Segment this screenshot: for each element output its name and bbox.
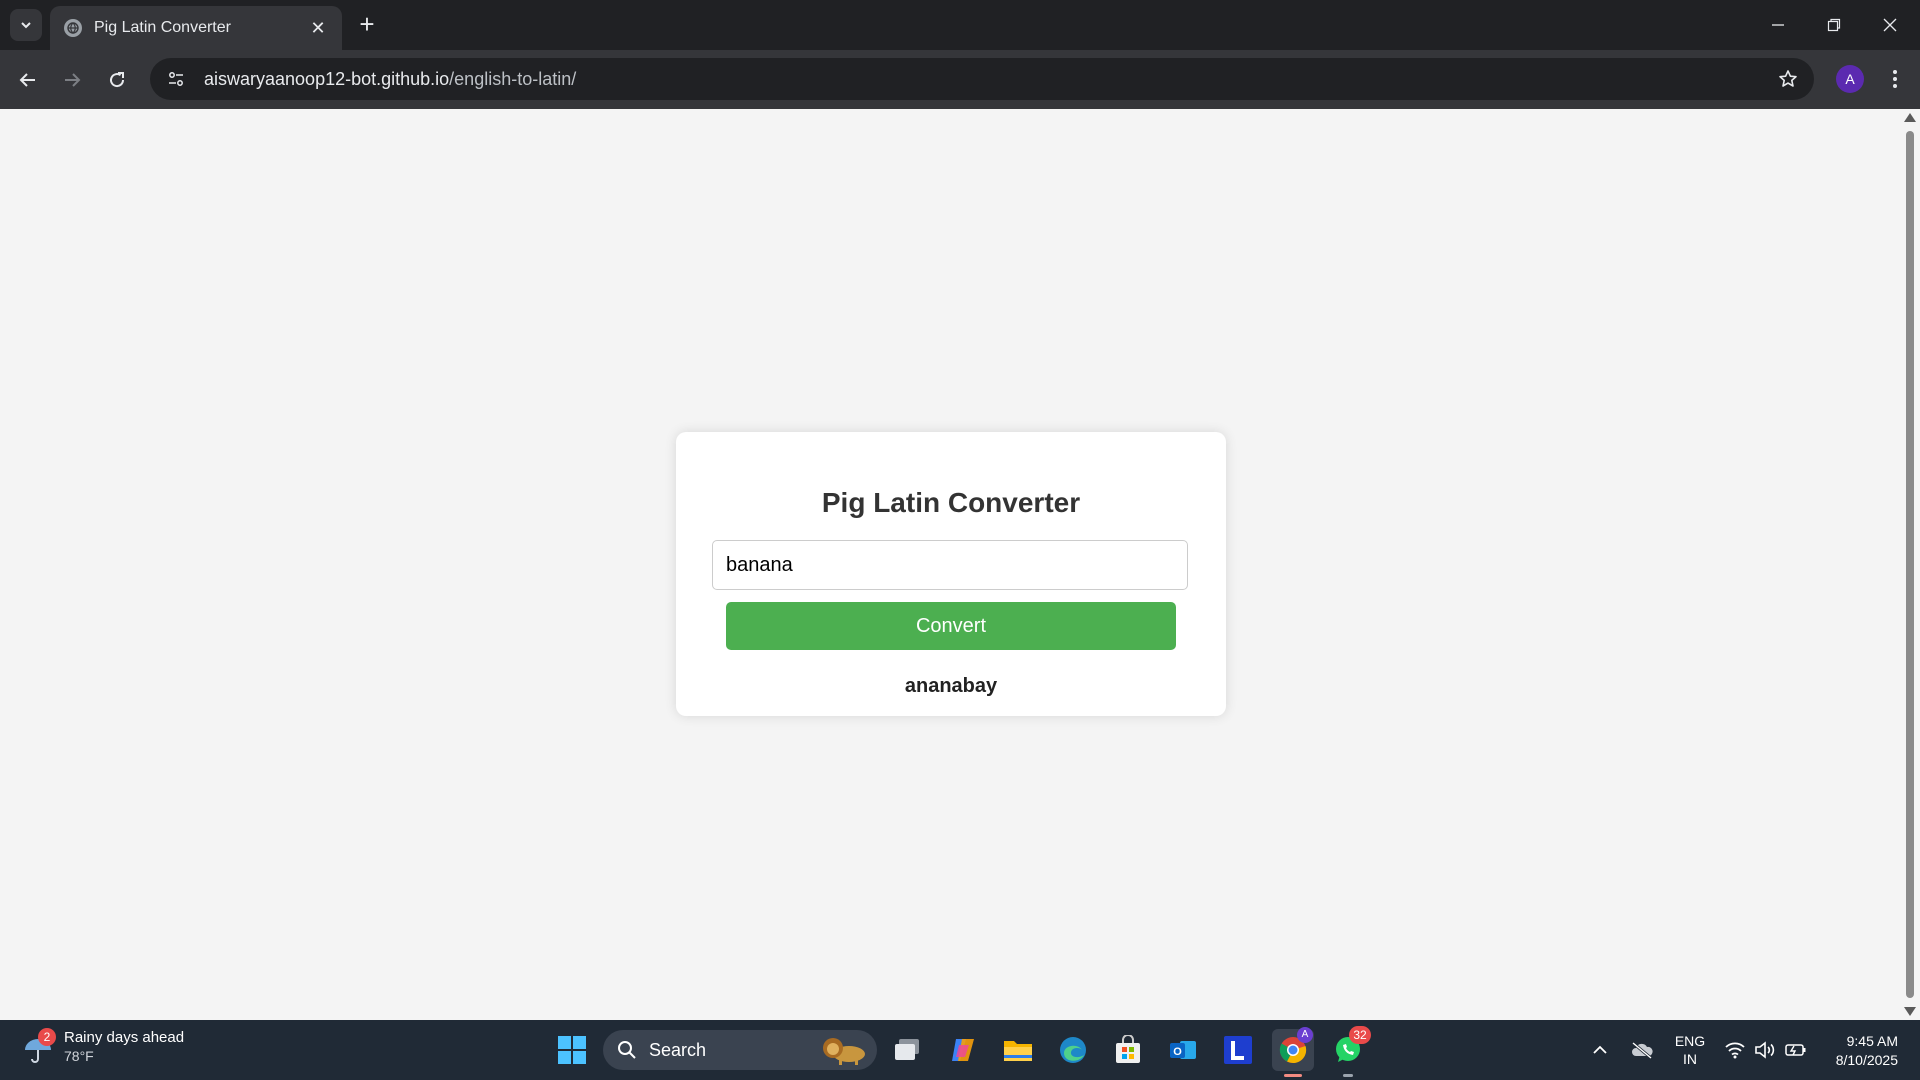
arrow-left-icon <box>19 73 35 87</box>
clock-date: 8/10/2025 <box>1835 1052 1898 1068</box>
restore-icon <box>1827 18 1841 32</box>
converter-card: Pig Latin Converter Convert ananabay <box>676 432 1226 716</box>
tab-search-button[interactable] <box>10 9 42 41</box>
weather-alert-badge: 2 <box>38 1028 56 1046</box>
onedrive-offline-icon[interactable] <box>1628 1020 1656 1080</box>
lion-illustration-icon <box>823 1038 865 1065</box>
result-text: ananabay <box>904 675 998 697</box>
task-view-icon[interactable] <box>887 1029 929 1071</box>
url-text: aiswaryaanoop12-bot.github.io/english-to… <box>204 69 576 90</box>
taskbar-search[interactable]: Search <box>603 1030 877 1070</box>
browser-tab[interactable]: Pig Latin Converter ✕ <box>50 6 342 50</box>
globe-icon <box>64 19 82 37</box>
tab-title: Pig Latin Converter <box>94 19 231 36</box>
clock-time: 9:45 AM <box>1846 1033 1898 1049</box>
close-tab-icon[interactable]: ✕ <box>306 18 330 39</box>
search-icon <box>618 1041 636 1059</box>
page-title: Pig Latin Converter <box>821 487 1081 518</box>
close-icon <box>1883 18 1897 32</box>
browser-toolbar: aiswaryaanoop12-bot.github.io/english-to… <box>0 50 1920 109</box>
scroll-up-arrow-icon[interactable] <box>1904 113 1916 122</box>
l-app-icon[interactable] <box>1217 1029 1259 1071</box>
language-indicator[interactable]: ENG IN <box>1672 1032 1708 1068</box>
url-path: /english-to-latin/ <box>449 68 577 89</box>
edge-icon[interactable] <box>1052 1029 1094 1071</box>
outlook-icon[interactable]: O <box>1162 1029 1204 1071</box>
active-app-indicator <box>1284 1074 1302 1077</box>
restore-button[interactable] <box>1806 0 1862 50</box>
system-clock[interactable]: 9:45 AM 8/10/2025 <box>1818 1032 1898 1070</box>
kebab-menu-icon[interactable] <box>1880 64 1910 94</box>
vertical-scrollbar[interactable] <box>1900 109 1920 1020</box>
chevron-up-icon[interactable] <box>1588 1020 1612 1080</box>
weather-widget[interactable]: 2 Rainy days ahead 78°F <box>22 1028 184 1064</box>
umbrella-icon: 2 <box>22 1028 58 1064</box>
copilot-icon[interactable] <box>942 1029 984 1071</box>
running-app-indicator <box>1343 1074 1353 1077</box>
minimize-icon <box>1772 24 1784 26</box>
new-tab-button[interactable]: + <box>352 10 382 40</box>
scrollbar-thumb[interactable] <box>1906 131 1914 998</box>
back-button[interactable] <box>12 64 44 96</box>
region-code: IN <box>1683 1051 1697 1067</box>
bookmark-star-icon[interactable] <box>1776 67 1800 91</box>
weather-title: Rainy days ahead <box>64 1028 185 1046</box>
reload-icon <box>110 72 125 88</box>
reload-button[interactable] <box>101 64 133 96</box>
site-info-icon[interactable] <box>164 67 188 91</box>
wifi-icon[interactable] <box>1722 1020 1748 1080</box>
volume-icon[interactable] <box>1752 1020 1778 1080</box>
close-window-button[interactable] <box>1862 0 1918 50</box>
address-bar[interactable]: aiswaryaanoop12-bot.github.io/english-to… <box>150 58 1814 100</box>
forward-button[interactable] <box>56 64 88 96</box>
file-explorer-icon[interactable] <box>997 1029 1039 1071</box>
profile-avatar[interactable]: A <box>1836 65 1864 93</box>
svg-text:O: O <box>1173 1046 1182 1058</box>
chevron-down-icon <box>21 22 31 29</box>
windows-taskbar: 2 Rainy days ahead 78°F Search O A 32 EN… <box>0 1020 1920 1080</box>
whatsapp-unread-badge: 32 <box>1349 1026 1371 1044</box>
arrow-right-icon <box>65 73 81 87</box>
start-button[interactable] <box>551 1029 593 1071</box>
battery-icon[interactable] <box>1782 1020 1810 1080</box>
browser-tab-strip: Pig Latin Converter ✕ + <box>0 0 1920 50</box>
url-host: aiswaryaanoop12-bot.github.io <box>204 68 450 89</box>
convert-button[interactable]: Convert <box>726 602 1176 650</box>
word-input[interactable] <box>712 540 1188 590</box>
chrome-icon[interactable]: A <box>1272 1027 1314 1077</box>
page-viewport: Pig Latin Converter Convert ananabay <box>0 109 1900 1020</box>
chrome-profile-badge: A <box>1297 1027 1313 1043</box>
scroll-down-arrow-icon[interactable] <box>1904 1007 1916 1016</box>
microsoft-store-icon[interactable] <box>1107 1029 1149 1071</box>
weather-temperature: 78°F <box>64 1047 94 1064</box>
minimize-button[interactable] <box>1750 0 1806 50</box>
language-code: ENG <box>1674 1033 1706 1049</box>
windows-logo-icon <box>558 1036 586 1064</box>
whatsapp-icon[interactable]: 32 <box>1327 1026 1371 1077</box>
taskbar-search-label: Search <box>649 1039 707 1060</box>
